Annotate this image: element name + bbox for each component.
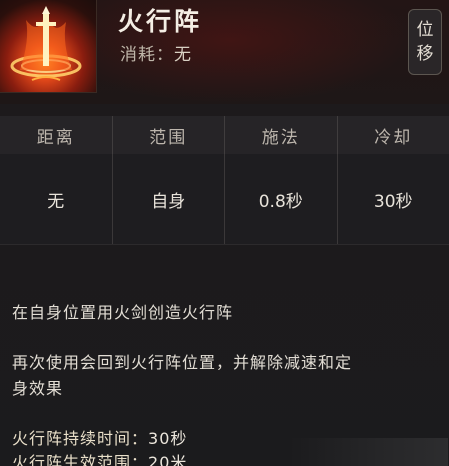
skill-name: 火行阵	[118, 7, 203, 36]
detail-range-value: 20米	[148, 453, 188, 466]
detail-duration-label: 火行阵持续时间：	[12, 429, 149, 448]
skill-cost: 消耗：无	[120, 40, 192, 65]
stats-header-area: 范围	[113, 116, 225, 154]
fire-sword-array-icon	[0, 0, 97, 93]
detail-range: 火行阵生效范围：20米	[12, 449, 187, 466]
skill-type-tag-char-1: 位	[416, 20, 434, 40]
cost-label: 消耗：	[120, 45, 174, 65]
skill-stats-table: 距离 范围 施法 冷却 无 自身 0.8秒 30秒	[0, 116, 449, 244]
description-line-1: 在自身位置用火剑创造火行阵	[12, 303, 234, 322]
stats-header-row: 距离 范围 施法 冷却	[0, 116, 449, 154]
skill-tooltip-panel: 火行阵 消耗：无 位 移 距离 范围 施法 冷却 无 自身 0.8秒 30秒 在…	[0, 0, 449, 466]
stats-header-cooldown: 冷却	[374, 127, 413, 148]
stats-value-row: 无 自身 0.8秒 30秒	[0, 154, 449, 244]
detail-range-label: 火行阵生效范围：	[12, 453, 149, 466]
skill-header: 火行阵 消耗：无 位 移	[0, 0, 449, 104]
description-line-3: 身效果	[12, 379, 64, 398]
description-line-2: 再次使用会回到火行阵位置，并解除减速和定	[12, 353, 353, 372]
cost-value: 无	[174, 45, 192, 65]
stats-value-range: 无	[0, 154, 113, 244]
watermark-overlay	[288, 438, 448, 466]
stats-value-cooldown: 30秒	[373, 191, 413, 212]
stats-header-range: 距离	[0, 116, 113, 154]
stats-header-cast: 施法	[225, 116, 338, 154]
skill-type-tag-char-2: 移	[416, 44, 434, 64]
stats-value-cast: 0.8秒	[225, 154, 338, 244]
skill-type-tag: 位 移	[408, 9, 442, 75]
detail-duration: 火行阵持续时间：30秒	[12, 425, 187, 449]
section-divider	[0, 244, 449, 245]
detail-duration-value: 30秒	[148, 429, 188, 448]
stats-value-area: 自身	[113, 154, 225, 244]
